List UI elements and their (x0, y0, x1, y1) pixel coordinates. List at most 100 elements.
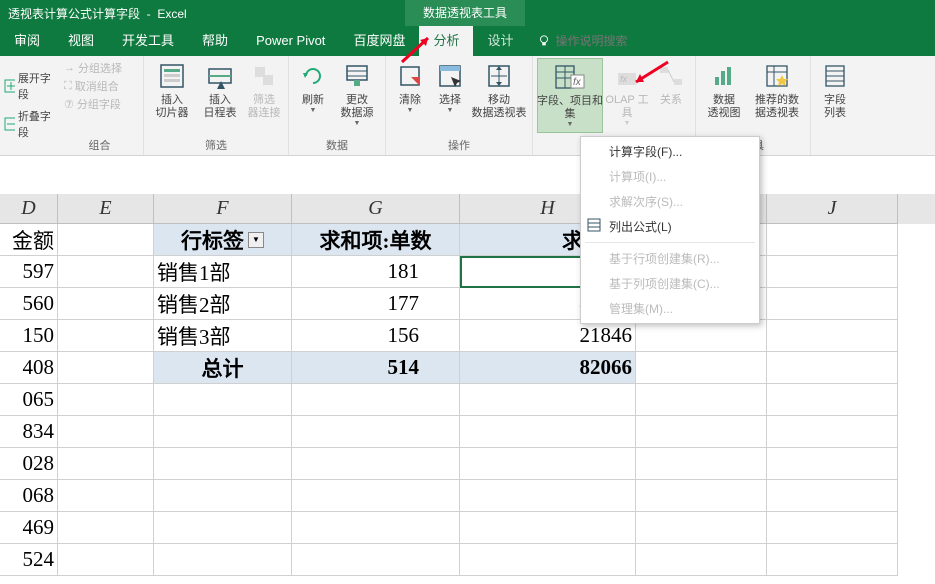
collapse-field-button[interactable]: 折叠字段 (4, 108, 52, 140)
cell[interactable] (460, 512, 636, 544)
cell[interactable]: 028 (0, 448, 58, 480)
cell[interactable]: 068 (0, 480, 58, 512)
cell[interactable] (636, 448, 767, 480)
field-list-button[interactable]: 字段 列表 (815, 58, 855, 122)
pivot-chart-button[interactable]: 数据 透视图 (700, 58, 748, 122)
select-button[interactable]: 选择 ▼ (430, 58, 470, 118)
cell[interactable]: 销售3部 (154, 320, 292, 352)
cell[interactable]: 销售1部 (154, 256, 292, 288)
cell[interactable] (154, 384, 292, 416)
cell[interactable] (767, 224, 898, 256)
tab-developer[interactable]: 开发工具 (108, 26, 188, 56)
cell[interactable] (767, 288, 898, 320)
cell[interactable] (460, 480, 636, 512)
move-pivot-button[interactable]: 移动 数据透视表 (470, 58, 528, 122)
cell[interactable] (154, 544, 292, 576)
cell[interactable] (636, 384, 767, 416)
filter-dropdown-button[interactable]: ▼ (248, 232, 264, 248)
cell[interactable] (460, 448, 636, 480)
cell[interactable]: 21846 (460, 320, 636, 352)
tab-design[interactable]: 设计 (473, 26, 527, 56)
clear-button[interactable]: 清除 ▼ (390, 58, 430, 118)
cell[interactable] (460, 416, 636, 448)
cell[interactable] (767, 320, 898, 352)
cell[interactable]: 408 (0, 352, 58, 384)
cell[interactable] (58, 320, 154, 352)
col-header-J[interactable]: J (767, 194, 898, 224)
cell[interactable] (58, 416, 154, 448)
cell[interactable] (58, 224, 154, 256)
cell[interactable]: 181 (292, 256, 460, 288)
fields-items-sets-button[interactable]: fx 字段、项目和 集 ▼ (537, 58, 603, 133)
tab-help[interactable]: 帮助 (188, 26, 242, 56)
worksheet-grid[interactable]: D E F G H I J 金额 行标签 ▼ 求和项:单数 求和项: 597 销… (0, 194, 935, 576)
cell[interactable]: 597 (0, 256, 58, 288)
cell[interactable] (292, 544, 460, 576)
col-header-E[interactable]: E (58, 194, 154, 224)
cell[interactable]: 560 (0, 288, 58, 320)
cell[interactable] (767, 512, 898, 544)
cell[interactable]: 514 (292, 352, 460, 384)
insert-timeline-button[interactable]: 插入 日程表 (196, 58, 244, 122)
tab-view[interactable]: 视图 (54, 26, 108, 56)
tab-review[interactable]: 审阅 (0, 26, 54, 56)
cell[interactable]: 177 (292, 288, 460, 320)
col-header-F[interactable]: F (154, 194, 292, 224)
cell[interactable]: 469 (0, 512, 58, 544)
cell[interactable] (58, 352, 154, 384)
insert-slicer-button[interactable]: 插入 切片器 (148, 58, 196, 122)
cell[interactable] (292, 480, 460, 512)
cell[interactable] (767, 544, 898, 576)
pivot-col-header[interactable]: 求和项:单数 (292, 224, 460, 256)
cell[interactable]: 150 (0, 320, 58, 352)
col-header-D[interactable]: D (0, 194, 58, 224)
cell[interactable] (58, 480, 154, 512)
cell[interactable] (154, 448, 292, 480)
cell[interactable] (58, 512, 154, 544)
cell[interactable]: 82066 (460, 352, 636, 384)
menu-list-formulas[interactable]: 列出公式(L) (581, 214, 759, 239)
cell[interactable] (636, 480, 767, 512)
cell[interactable] (460, 384, 636, 416)
cell[interactable] (767, 480, 898, 512)
cell[interactable] (460, 544, 636, 576)
cell[interactable] (58, 256, 154, 288)
cell[interactable]: 834 (0, 416, 58, 448)
change-data-source-button[interactable]: 更改 数据源 ▼ (333, 58, 381, 131)
cell[interactable] (636, 512, 767, 544)
cell[interactable]: 156 (292, 320, 460, 352)
cell[interactable] (58, 288, 154, 320)
cell[interactable] (154, 512, 292, 544)
menu-calculated-field[interactable]: 计算字段(F)... (581, 139, 759, 164)
cell[interactable] (154, 480, 292, 512)
cell[interactable] (636, 320, 767, 352)
cell[interactable] (636, 416, 767, 448)
cell[interactable]: 销售2部 (154, 288, 292, 320)
cell[interactable] (58, 384, 154, 416)
refresh-button[interactable]: 刷新 ▼ (293, 58, 333, 118)
cell[interactable] (767, 384, 898, 416)
cell[interactable]: 065 (0, 384, 58, 416)
cell[interactable] (767, 256, 898, 288)
pivot-grand-total-label[interactable]: 总计 (154, 352, 292, 384)
expand-field-button[interactable]: 展开字段 (4, 70, 52, 102)
cell[interactable] (58, 544, 154, 576)
cell[interactable] (636, 544, 767, 576)
cell[interactable]: 524 (0, 544, 58, 576)
col-header-G[interactable]: G (292, 194, 460, 224)
cell[interactable] (292, 448, 460, 480)
cell[interactable] (292, 416, 460, 448)
cell[interactable] (767, 352, 898, 384)
cell[interactable] (292, 512, 460, 544)
cell[interactable] (767, 416, 898, 448)
cell[interactable]: 金额 (0, 224, 58, 256)
cell[interactable] (292, 384, 460, 416)
tab-power-pivot[interactable]: Power Pivot (242, 26, 339, 56)
cell[interactable] (636, 352, 767, 384)
cell[interactable] (58, 448, 154, 480)
pivot-row-labels-header[interactable]: 行标签 ▼ (154, 224, 292, 256)
tell-me-search[interactable] (555, 34, 675, 48)
cell[interactable] (154, 416, 292, 448)
cell[interactable] (767, 448, 898, 480)
recommended-pivot-button[interactable]: 推荐的数 据透视表 (748, 58, 806, 122)
